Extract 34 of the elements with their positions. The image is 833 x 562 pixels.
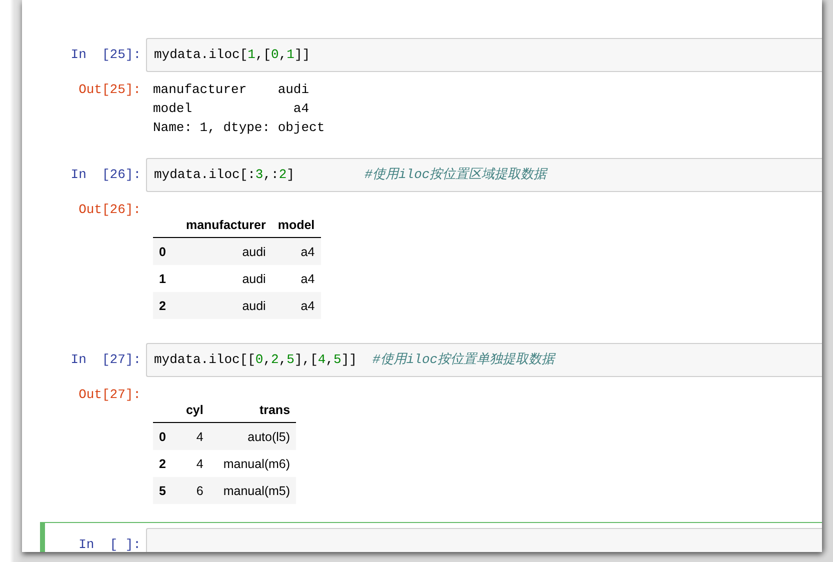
input-prompt: In [27]: [70,351,141,369]
table-cell: audi [180,265,272,292]
notebook-cell[interactable]: In [27]: mydata.iloc[[0,2,5],[4,5]] #使用iloc按位置单独提取数据 Out[27]: cyl trans 0 4 auto(l5) 2 4 manual(m6) 5 6 manual(m5) [40,337,822,513]
row-index: 2 [153,450,180,477]
notebook-cell[interactable]: In [ ]: [40,522,822,552]
table-cell: audi [180,292,272,319]
row-index: 2 [153,292,180,319]
table-cell: audi [180,238,272,265]
notebook-cell[interactable]: In [25]: mydata.iloc[1,[0,1]] Out[25]: manufacturer audi model a4 Name: 1, dtype: object [40,32,822,143]
output-prompt: Out[25]: [78,81,141,99]
code-input[interactable]: mydata.iloc[1,[0,1]] [146,38,822,72]
output-prompt: Out[27]: [78,386,141,404]
row-index: 0 [153,422,180,450]
table-cell: a4 [272,292,321,319]
input-prompt: In [26]: [70,166,141,184]
row-index: 1 [153,265,180,292]
notebook-cell[interactable]: In [26]: mydata.iloc[:3,:2] #使用iloc按位置区域提取数据 Out[26]: manufacturer model 0 audi a4 1 audi a4 2 audi a4 [40,152,822,328]
table-cell: auto(l5) [209,422,296,450]
code-input[interactable]: mydata.iloc[:3,:2] #使用iloc按位置区域提取数据 [146,158,822,192]
table-cell: manual(m6) [209,450,296,477]
input-prompt: In [ ]: [78,536,141,552]
table-cell: manual(m5) [209,477,296,504]
row-index: 5 [153,477,180,504]
table-cell: 6 [180,477,210,504]
table-cell: a4 [272,265,321,292]
output-text: manufacturer audi model a4 Name: 1, dtype: object [153,81,325,137]
row-index: 0 [153,238,180,265]
table-cell: 4 [180,450,210,477]
code-input[interactable] [146,528,822,552]
code-input[interactable]: mydata.iloc[[0,2,5],[4,5]] #使用iloc按位置单独提取数据 [146,343,822,377]
table-cell: a4 [272,238,321,265]
output-prompt: Out[26]: [78,201,141,219]
input-prompt: In [25]: [70,46,141,64]
table-cell: 4 [180,422,210,450]
